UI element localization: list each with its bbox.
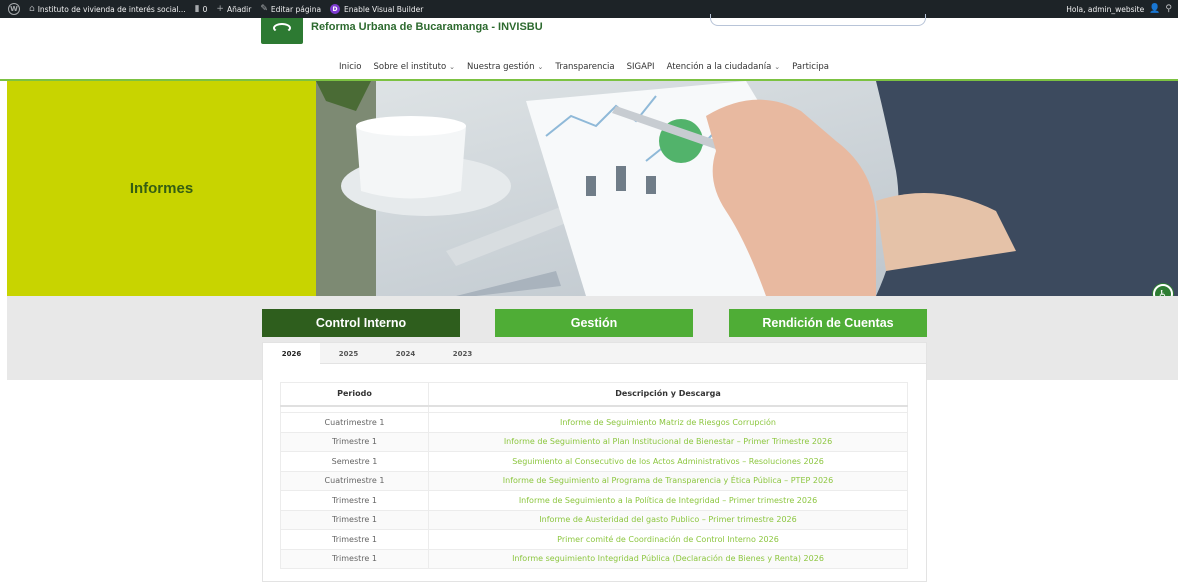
admin-bar: W ⌂ Instituto de vivienda de interés soc… — [0, 0, 1178, 18]
table-row: Trimestre 1 Informe de Seguimiento a la … — [280, 490, 908, 511]
tab-2024[interactable]: 2024 — [377, 343, 434, 364]
column-header-period: Periodo — [280, 382, 429, 407]
nav-item-sigapi[interactable]: SIGAPI — [627, 62, 655, 72]
report-download-link[interactable]: Informe de Seguimiento al Plan Instituci… — [428, 431, 908, 452]
table-row: Trimestre 1 Primer comité de Coordinació… — [280, 529, 908, 550]
admin-account-greeting[interactable]: Hola, admin_website — [1066, 5, 1144, 14]
chevron-down-icon: ⌄ — [449, 63, 456, 71]
column-header-description: Descripción y Descarga — [428, 382, 908, 407]
nav-item-atencion-ciudadania[interactable]: Atención a la ciudadanía ⌄ — [667, 62, 781, 72]
table-spacer-row — [280, 405, 908, 413]
home-icon: ⌂ — [29, 4, 35, 14]
admin-comments-link[interactable]: ▮ 0 — [195, 4, 208, 14]
report-download-link[interactable]: Seguimiento al Consecutivo de los Actos … — [428, 451, 908, 472]
nav-item-nuestra-gestion[interactable]: Nuestra gestión ⌄ — [467, 62, 543, 72]
admin-edit-page-link[interactable]: ✎ Editar página — [260, 4, 321, 14]
user-avatar-icon[interactable]: 👤 — [1149, 4, 1160, 14]
divi-icon: D — [330, 4, 341, 14]
admin-site-name-link[interactable]: ⌂ Instituto de vivienda de interés socia… — [29, 4, 186, 14]
nav-item-inicio[interactable]: Inicio — [339, 62, 362, 72]
category-rendicion-cuentas-button[interactable]: Rendición de Cuentas — [729, 309, 927, 337]
category-control-interno-button[interactable]: Control Interno — [262, 309, 460, 337]
tab-2026[interactable]: 2026 — [263, 343, 320, 364]
table-row: Trimestre 1 Informe de Seguimiento al Pl… — [280, 431, 908, 452]
table-cell-period: Cuatrimestre 1 — [280, 470, 429, 491]
table-cell-period: Trimestre 1 — [280, 431, 429, 452]
table-cell-period: Trimestre 1 — [280, 529, 429, 550]
page-title: Informes — [129, 180, 194, 197]
site-logo[interactable] — [261, 18, 303, 44]
nav-item-sobre-el-instituto[interactable]: Sobre el instituto ⌄ — [374, 62, 456, 72]
report-download-link[interactable]: Informe de Seguimiento Matriz de Riesgos… — [428, 412, 908, 433]
table-cell-period: Semestre 1 — [280, 451, 429, 472]
admin-visual-builder-link[interactable]: D Enable Visual Builder — [330, 4, 423, 14]
site-title[interactable]: Reforma Urbana de Bucaramanga - INVISBU — [311, 21, 543, 33]
main-nav: Inicio Sobre el instituto ⌄ Nuestra gesti… — [339, 62, 841, 72]
table-row: Trimestre 1 Informe seguimiento Integrid… — [280, 548, 908, 569]
year-tabs: 2026 2025 2024 2023 — [263, 343, 926, 364]
category-gestion-button[interactable]: Gestión — [495, 309, 693, 337]
comment-icon: ▮ — [194, 4, 200, 14]
table-header-row: Periodo Descripción y Descarga — [280, 382, 908, 407]
search-icon[interactable]: ⚲ — [1165, 4, 1172, 14]
hero-title-panel: Informes — [7, 81, 316, 296]
chevron-down-icon: ⌄ — [537, 63, 544, 71]
admin-add-new-link[interactable]: + Añadir — [216, 4, 251, 14]
reports-table: Periodo Descripción y Descarga Cuatrimes… — [280, 382, 908, 569]
report-download-link[interactable]: Informe de Austeridad del gasto Publico … — [428, 509, 908, 530]
table-cell-period: Trimestre 1 — [280, 490, 429, 511]
logo-mark-icon — [273, 23, 291, 33]
table-row: Trimestre 1 Informe de Austeridad del ga… — [280, 509, 908, 530]
header-search-box[interactable] — [710, 14, 926, 26]
report-download-link[interactable]: Informe de Seguimiento al Programa de Tr… — [428, 470, 908, 491]
report-download-link[interactable]: Primer comité de Coordinación de Control… — [428, 529, 908, 550]
table-row: Cuatrimestre 1 Informe de Seguimiento Ma… — [280, 412, 908, 433]
table-cell-period: Trimestre 1 — [280, 509, 429, 530]
report-download-link[interactable]: Informe de Seguimiento a la Política de … — [428, 490, 908, 511]
hero-image — [316, 81, 1178, 296]
report-download-link[interactable]: Informe seguimiento Integridad Pública (… — [428, 548, 908, 569]
plus-icon: + — [216, 4, 224, 14]
table-row: Semestre 1 Seguimiento al Consecutivo de… — [280, 451, 908, 472]
table-row: Cuatrimestre 1 Informe de Seguimiento al… — [280, 470, 908, 491]
tab-2025[interactable]: 2025 — [320, 343, 377, 364]
hero-illustration — [316, 81, 1178, 296]
nav-item-participa[interactable]: Participa — [792, 62, 829, 72]
pencil-icon: ✎ — [260, 4, 268, 14]
nav-item-transparencia[interactable]: Transparencia — [555, 62, 614, 72]
table-cell-period: Trimestre 1 — [280, 548, 429, 569]
wordpress-logo-icon[interactable]: W — [8, 3, 20, 15]
chevron-down-icon: ⌄ — [774, 63, 781, 71]
tab-2023[interactable]: 2023 — [434, 343, 491, 364]
table-cell-period: Cuatrimestre 1 — [280, 412, 429, 433]
